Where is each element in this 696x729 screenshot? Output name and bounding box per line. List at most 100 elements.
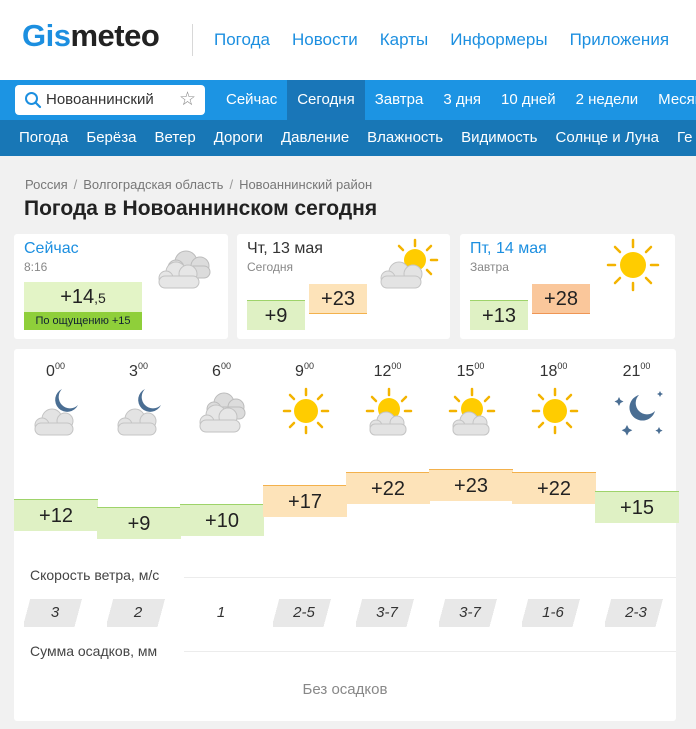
hour-column: 1800 +22 1-6 xyxy=(512,349,596,721)
main-nav: Погода Новости Карты Информеры Приложени… xyxy=(214,30,669,50)
hour-column: 600 +10 1 xyxy=(180,349,264,721)
tab-month[interactable]: Месяц xyxy=(648,80,696,120)
hour-label: 1800 xyxy=(512,361,595,381)
wind-speed: 3-7 xyxy=(439,599,501,627)
hour-column: 300 +9 2 xyxy=(97,349,181,721)
hour-temperature: +12 xyxy=(14,499,98,531)
search-input[interactable]: Новоаннинский xyxy=(46,91,154,108)
breadcrumb-district[interactable]: Новоаннинский район xyxy=(239,177,372,192)
nav-maps[interactable]: Карты xyxy=(380,30,428,50)
hour-temperature: +10 xyxy=(180,504,264,536)
current-temperature: +14,5 xyxy=(24,282,142,312)
day-tabs: Сейчас Сегодня Завтра 3 дня 10 дней 2 не… xyxy=(216,80,696,120)
logo-divider xyxy=(192,24,193,56)
logo-part-gis: Gis xyxy=(22,18,71,53)
favorite-star-icon[interactable]: ☆ xyxy=(179,88,196,111)
hour-value: 12 xyxy=(373,363,392,380)
wind-speed: 1-6 xyxy=(522,599,584,627)
wind-speed: 3-7 xyxy=(356,599,418,627)
top-header: Gismeteo Погода Новости Карты Информеры … xyxy=(0,0,696,80)
forecast-tabs-bar: Новоаннинский ☆ Сейчас Сегодня Завтра 3 … xyxy=(0,80,696,120)
minute-value: 00 xyxy=(557,361,568,371)
tab-today[interactable]: Сегодня xyxy=(287,80,365,120)
now-title: Сейчас xyxy=(24,240,79,257)
sun-icon xyxy=(531,387,579,435)
hour-column: 1200 +22 3-7 xyxy=(346,349,430,721)
hour-temperature: +17 xyxy=(263,485,347,517)
tomorrow-min-temp: +13 xyxy=(470,300,528,330)
nav-informers[interactable]: Информеры xyxy=(450,30,547,50)
wind-speed: 2-3 xyxy=(605,599,667,627)
current-temp-value: +14 xyxy=(60,286,95,308)
wind-speed: 3 xyxy=(24,599,86,627)
nav-weather[interactable]: Погода xyxy=(214,30,270,50)
nav-news[interactable]: Новости xyxy=(292,30,358,50)
hour-label: 900 xyxy=(263,361,346,381)
parameter-nav: Погода Берёза Ветер Дороги Давление Влаж… xyxy=(0,120,696,156)
tab-tomorrow[interactable]: Завтра xyxy=(365,80,434,120)
location-search[interactable]: Новоаннинский ☆ xyxy=(15,85,205,115)
minute-value: 00 xyxy=(137,361,148,371)
hour-value: 15 xyxy=(456,363,475,380)
hour-temperature: +9 xyxy=(97,507,181,539)
hour-value: 0 xyxy=(46,363,55,380)
gismeteo-logo[interactable]: Gismeteo xyxy=(22,18,160,54)
current-temp-fraction: ,5 xyxy=(94,290,106,306)
today-min-temp: +9 xyxy=(247,300,305,330)
hour-label: 600 xyxy=(180,361,263,381)
hour-label: 300 xyxy=(97,361,180,381)
cloudy-icon xyxy=(158,250,211,289)
page-title: Погода в Новоаннинском сегодня xyxy=(24,197,378,220)
tomorrow-label: Завтра xyxy=(470,260,509,274)
param-geomagnetic[interactable]: Ге xyxy=(668,120,696,156)
hour-value: 3 xyxy=(129,363,138,380)
cloudy-icon xyxy=(199,392,246,433)
partly-cloudy-icon xyxy=(448,387,496,436)
hour-label: 000 xyxy=(14,361,97,381)
tab-2-weeks[interactable]: 2 недели xyxy=(566,80,649,120)
tab-now[interactable]: Сейчас xyxy=(216,80,287,120)
minute-value: 00 xyxy=(54,361,65,371)
param-pressure[interactable]: Давление xyxy=(272,120,358,156)
breadcrumb-region[interactable]: Волгоградская область xyxy=(83,177,223,192)
param-birch[interactable]: Берёза xyxy=(77,120,145,156)
tomorrow-max-temp: +28 xyxy=(532,284,590,314)
tab-10-days[interactable]: 10 дней xyxy=(491,80,566,120)
param-weather[interactable]: Погода xyxy=(10,120,77,156)
nav-apps[interactable]: Приложения xyxy=(570,30,669,50)
tomorrow-title: Пт, 14 мая xyxy=(470,240,547,257)
param-humidity[interactable]: Влажность xyxy=(358,120,452,156)
wind-speed: 2-5 xyxy=(273,599,335,627)
hour-temperature: +22 xyxy=(346,472,430,504)
hour-value: 9 xyxy=(295,363,304,380)
param-sun-moon[interactable]: Солнце и Луна xyxy=(546,120,668,156)
hourly-forecast: Скорость ветра, м/с Сумма осадков, мм Бе… xyxy=(14,349,679,721)
partly-cloudy-icon xyxy=(365,387,413,436)
hour-column: 000 +12 3 xyxy=(14,349,98,721)
param-visibility[interactable]: Видимость xyxy=(452,120,546,156)
sun-icon xyxy=(282,387,330,435)
param-wind[interactable]: Ветер xyxy=(145,120,204,156)
today-card[interactable]: Чт, 13 мая Сегодня +9 +23 xyxy=(237,234,450,339)
hour-temperature: +23 xyxy=(429,469,513,501)
minute-value: 00 xyxy=(391,361,402,371)
now-card[interactable]: Сейчас 8:16 +14,5 По ощущению +15 xyxy=(14,234,228,339)
breadcrumb-russia[interactable]: Россия xyxy=(25,177,68,192)
minute-value: 00 xyxy=(303,361,314,371)
hour-value: 6 xyxy=(212,363,221,380)
tomorrow-card[interactable]: Пт, 14 мая Завтра +13 +28 xyxy=(460,234,675,339)
search-icon xyxy=(25,92,42,109)
hour-label: 1200 xyxy=(346,361,429,381)
now-time: 8:16 xyxy=(24,260,48,274)
today-max-temp: +23 xyxy=(309,284,367,314)
wind-speed: 2 xyxy=(107,599,169,627)
logo-part-meteo: meteo xyxy=(70,18,160,53)
breadcrumb-separator: / xyxy=(229,177,234,192)
minute-value: 00 xyxy=(474,361,485,371)
tab-3-days[interactable]: 3 дня xyxy=(433,80,491,120)
sun-icon xyxy=(606,238,660,292)
param-roads[interactable]: Дороги xyxy=(205,120,272,156)
hour-column: 1500 +23 3-7 xyxy=(429,349,513,721)
night-cloudy-icon xyxy=(34,389,78,436)
feels-like: По ощущению +15 xyxy=(24,312,142,330)
